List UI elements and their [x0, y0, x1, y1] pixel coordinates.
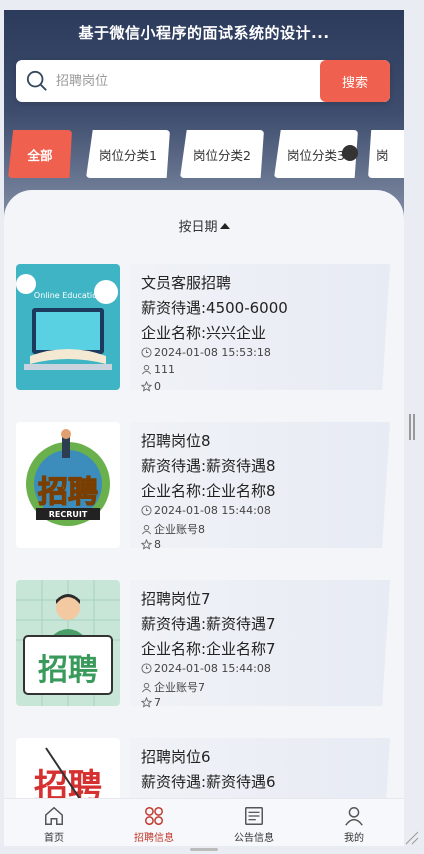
- search-bar: 搜索: [16, 60, 390, 102]
- sort-label: 按日期: [178, 220, 218, 235]
- job-salary: 薪资待遇:薪资待遇6: [141, 773, 276, 791]
- category-4[interactable]: 岗: [368, 130, 404, 178]
- job-thumbnail: 招聘: [16, 738, 120, 798]
- job-likes: 0: [141, 380, 161, 393]
- search-button[interactable]: 搜索: [320, 60, 390, 102]
- job-salary: 薪资待遇:4500-6000: [141, 299, 288, 317]
- category-all[interactable]: 全部: [8, 130, 72, 178]
- person-icon: [142, 682, 151, 692]
- job-thumbnail: 招聘 RECRUIT: [16, 422, 120, 548]
- job-title: 招聘岗位6: [141, 748, 211, 766]
- thumbnail-text: 招聘: [38, 653, 98, 688]
- search-icon: [26, 70, 47, 91]
- tab-home[interactable]: 首页: [4, 799, 104, 846]
- page-title: 基于微信小程序的面试系统的设计...: [78, 24, 330, 42]
- job-account: 企业账号7: [141, 679, 205, 695]
- tab-mine[interactable]: 我的: [304, 799, 404, 846]
- person-icon: [142, 524, 151, 534]
- job-list-item[interactable]: 招聘 招聘岗位7 薪资待遇:薪资待遇7 企业名称:企业名称7 2024-01-0…: [4, 572, 404, 712]
- job-list-item[interactable]: Online Education 文员客服招聘 薪资待遇:4500-6000 企…: [4, 256, 404, 396]
- tab-recruit[interactable]: 招聘信息: [104, 799, 204, 846]
- drag-handle[interactable]: [409, 414, 415, 440]
- thumbnail-subtext: RECRUIT: [49, 510, 88, 519]
- app-screen: 基于微信小程序的面试系统的设计... 搜索 全部 岗位分类1 岗位分类2 岗位分…: [4, 10, 404, 846]
- job-company: 企业名称:企业名称7: [141, 640, 276, 658]
- job-time: 2024-01-08 15:44:08: [141, 662, 271, 675]
- resize-corner-icon[interactable]: [404, 830, 420, 846]
- job-title: 文员客服招聘: [141, 274, 232, 292]
- person-icon: [142, 364, 151, 375]
- recruit-icon: [145, 807, 163, 825]
- star-icon: [141, 539, 152, 550]
- bottom-tab-bar: 首页 招聘信息 公告信息 我的: [4, 798, 404, 846]
- user-icon: [345, 807, 363, 826]
- star-icon: [141, 381, 152, 392]
- search-input[interactable]: [56, 60, 316, 102]
- job-title: 招聘岗位7: [141, 590, 211, 608]
- job-likes: 7: [141, 696, 161, 709]
- job-list-item[interactable]: 招聘 RECRUIT 招聘岗位8 薪资待遇:薪资待遇8 企业名称:企业名称8 2…: [4, 414, 404, 554]
- job-thumbnail: 招聘: [16, 580, 120, 706]
- job-salary: 薪资待遇:薪资待遇7: [141, 615, 276, 633]
- sort-by-date[interactable]: 按日期: [4, 216, 404, 235]
- job-likes: 8: [141, 538, 161, 551]
- job-title: 招聘岗位8: [141, 432, 211, 450]
- clock-icon: [141, 505, 152, 516]
- thumbnail-text: Online Education: [34, 291, 102, 300]
- home-indicator: [190, 848, 218, 851]
- clock-icon: [141, 663, 152, 674]
- sort-asc-icon: [219, 223, 230, 229]
- job-time: 2024-01-08 15:44:08: [141, 504, 271, 517]
- job-thumbnail: Online Education: [16, 264, 120, 390]
- home-icon: [45, 806, 63, 825]
- job-company: 企业名称:兴兴企业: [141, 324, 267, 342]
- job-account: 111: [141, 363, 175, 376]
- notice-icon: [245, 807, 263, 825]
- scroll-indicator: [342, 145, 358, 161]
- category-2[interactable]: 岗位分类2: [180, 130, 264, 178]
- tab-notice[interactable]: 公告信息: [204, 799, 304, 846]
- category-1[interactable]: 岗位分类1: [86, 130, 170, 178]
- star-icon: [141, 697, 152, 708]
- job-account: 企业账号8: [141, 521, 205, 537]
- job-time: 2024-01-08 15:53:18: [141, 346, 271, 359]
- job-company: 企业名称:企业名称8: [141, 482, 276, 500]
- thumbnail-text: 招聘: [38, 475, 98, 510]
- clock-icon: [141, 347, 152, 358]
- job-list-item[interactable]: 招聘 招聘岗位6 薪资待遇:薪资待遇6: [4, 730, 404, 798]
- job-salary: 薪资待遇:薪资待遇8: [141, 457, 276, 475]
